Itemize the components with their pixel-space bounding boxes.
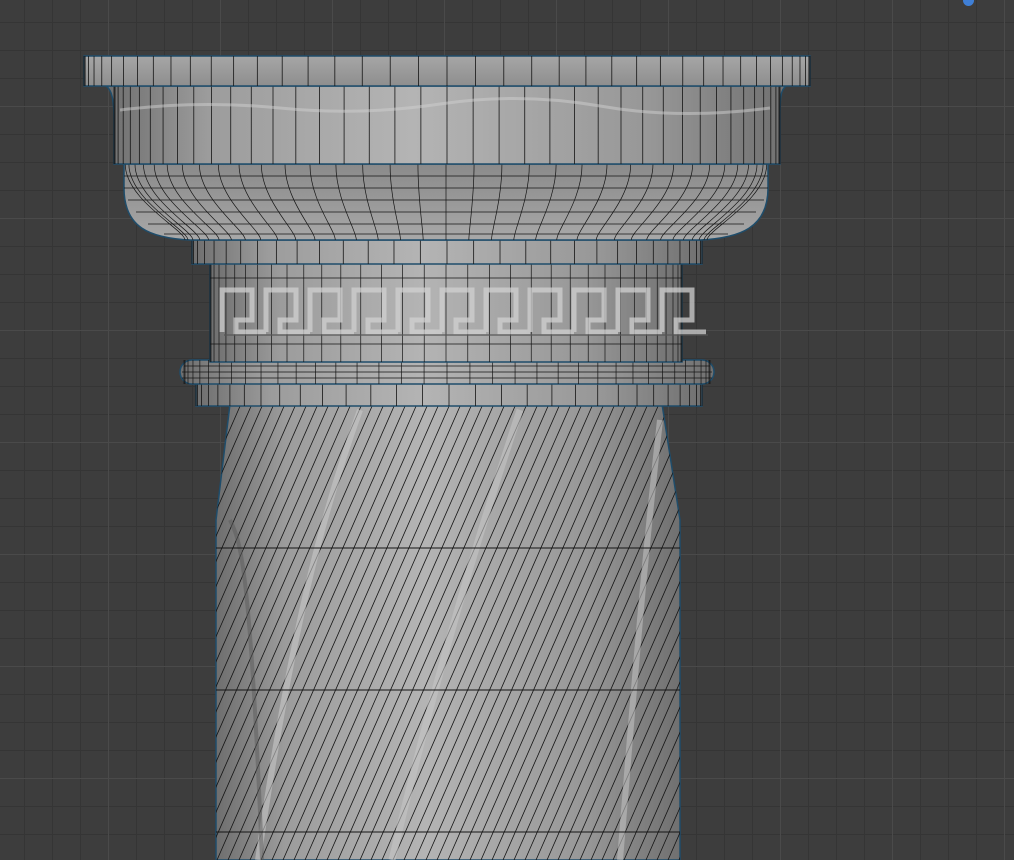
echinus[interactable] — [123, 163, 769, 241]
abacus[interactable] — [83, 55, 811, 87]
astragal-ring[interactable] — [179, 359, 715, 385]
greek-key-frieze[interactable] — [209, 261, 708, 363]
column-model[interactable] — [0, 0, 1014, 860]
neck-band[interactable] — [195, 381, 703, 407]
capital-flare[interactable] — [103, 85, 789, 165]
twisted-shaft[interactable] — [0, 403, 879, 860]
upper-band[interactable] — [191, 239, 703, 265]
3d-viewport[interactable] — [0, 0, 1014, 860]
